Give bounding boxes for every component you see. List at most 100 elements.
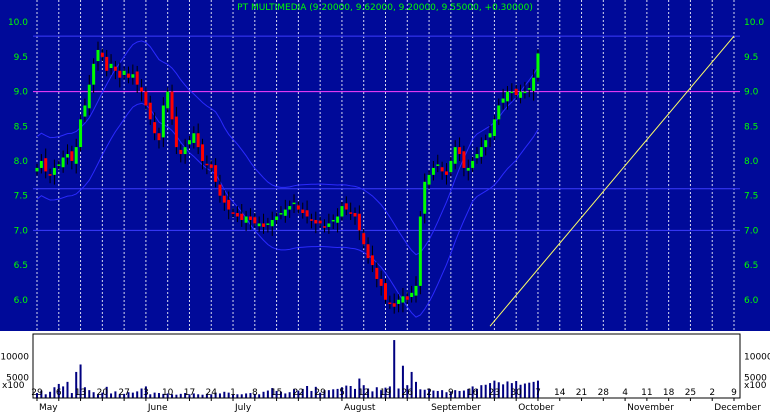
candle-up xyxy=(279,213,283,215)
candle-down xyxy=(140,87,144,92)
candle-up xyxy=(410,292,414,297)
volume-bar xyxy=(197,394,200,398)
candle-down xyxy=(157,133,161,141)
price-tick-label-left: 6.0 xyxy=(14,296,29,306)
volume-bar xyxy=(288,392,291,398)
month-label: September xyxy=(431,403,481,412)
candle-down xyxy=(357,213,361,231)
candle-down xyxy=(301,209,305,214)
stock-chart: 6.0 6.5 7.0 7.5 8.0 8.5 9.0 9.5 10.0 6.0 6.5 7.0 7.… xyxy=(0,0,770,412)
candle-up xyxy=(453,147,457,164)
day-label: 24 xyxy=(206,388,218,398)
candle-up xyxy=(414,285,418,296)
candle-down xyxy=(462,151,466,168)
price-tick-label-left: 10.0 xyxy=(8,18,28,28)
day-label: 29 xyxy=(31,388,43,398)
candle-up xyxy=(244,216,248,223)
volume-bar xyxy=(218,393,221,398)
candle-down xyxy=(170,91,174,120)
candle-up xyxy=(288,206,292,210)
candle-up xyxy=(471,160,475,168)
price-tick-label-left: 8.5 xyxy=(14,122,28,132)
candle-down xyxy=(231,212,235,214)
candle-up xyxy=(52,167,56,175)
candle-down xyxy=(100,52,104,57)
candle-down xyxy=(349,212,353,214)
day-label: 18 xyxy=(663,388,675,398)
candle-down xyxy=(314,219,318,224)
volume-bar xyxy=(149,394,152,398)
candle-up xyxy=(397,299,401,304)
candle-up xyxy=(65,154,69,158)
candle-down xyxy=(222,195,226,203)
volume-bar xyxy=(266,390,269,398)
candle-up xyxy=(183,147,187,155)
candle-down xyxy=(205,163,209,166)
volume-bar xyxy=(484,384,487,398)
candle-up xyxy=(166,91,170,109)
candle-down xyxy=(305,210,309,217)
candle-down xyxy=(201,144,205,161)
day-label: 13 xyxy=(75,388,86,398)
month-label: May xyxy=(39,403,58,412)
day-label: 30 xyxy=(510,388,522,398)
volume-bar xyxy=(327,390,330,398)
candle-up xyxy=(92,63,96,85)
candle-up xyxy=(466,167,470,171)
volume-bar xyxy=(441,390,444,398)
candle-up xyxy=(510,91,514,94)
candle-down xyxy=(118,70,122,78)
month-label: August xyxy=(344,403,376,412)
volume-bar xyxy=(432,390,435,398)
candle-up xyxy=(401,296,405,303)
candle-up xyxy=(523,91,527,94)
day-label: 9 xyxy=(731,388,737,398)
volume-bar xyxy=(236,394,239,398)
candle-down xyxy=(323,226,327,228)
volume-bar xyxy=(262,391,265,398)
candle-down xyxy=(44,158,48,172)
candle-up xyxy=(336,216,340,223)
volume-bar xyxy=(462,390,465,398)
day-label: 22 xyxy=(293,388,304,398)
volume-bar xyxy=(354,388,357,398)
candle-down xyxy=(240,213,244,220)
price-tick-label-right: 8.5 xyxy=(744,122,758,132)
candle-down xyxy=(227,199,231,210)
candle-up xyxy=(74,147,78,164)
volume-bar xyxy=(502,384,505,398)
candle-down xyxy=(262,223,266,227)
candle-up xyxy=(340,206,344,217)
candle-down xyxy=(296,205,300,210)
volume-unit-left: x100 xyxy=(2,381,25,391)
day-label: 1 xyxy=(230,388,236,398)
candle-down xyxy=(444,171,448,175)
price-tick-label-right: 6.0 xyxy=(744,296,759,306)
candle-down xyxy=(135,71,139,85)
volume-bar xyxy=(49,391,52,398)
price-tick-label-right: 9.5 xyxy=(744,53,758,63)
candle-down xyxy=(440,167,444,172)
day-label: 7 xyxy=(535,388,541,398)
day-label: 14 xyxy=(554,388,566,398)
volume-bar xyxy=(306,386,309,398)
candle-up xyxy=(492,119,496,137)
candle-up xyxy=(484,140,488,148)
volume-bar xyxy=(258,394,261,398)
volume-bar xyxy=(284,393,287,398)
volume-bar xyxy=(523,383,526,398)
candle-down xyxy=(105,56,109,71)
volume-bar xyxy=(345,385,348,398)
volume-bar xyxy=(506,381,509,398)
price-tick-label-left: 9.0 xyxy=(14,88,29,98)
candle-down xyxy=(248,216,252,220)
candle-down xyxy=(458,147,462,155)
candle-up xyxy=(131,74,135,78)
candle-up xyxy=(501,98,505,103)
volume-bar xyxy=(110,393,113,398)
chart-title: PT MULTIMEDIA (9.20000, 9.62000, 9.20000… xyxy=(237,3,533,13)
month-label: November xyxy=(627,403,674,412)
price-tick-label-left: 8.0 xyxy=(14,157,29,167)
volume-bar xyxy=(393,340,396,398)
price-panel: 6.0 6.5 7.0 7.5 8.0 8.5 9.0 9.5 10.0 6.0 6.5 7.0 7.… xyxy=(0,0,770,331)
